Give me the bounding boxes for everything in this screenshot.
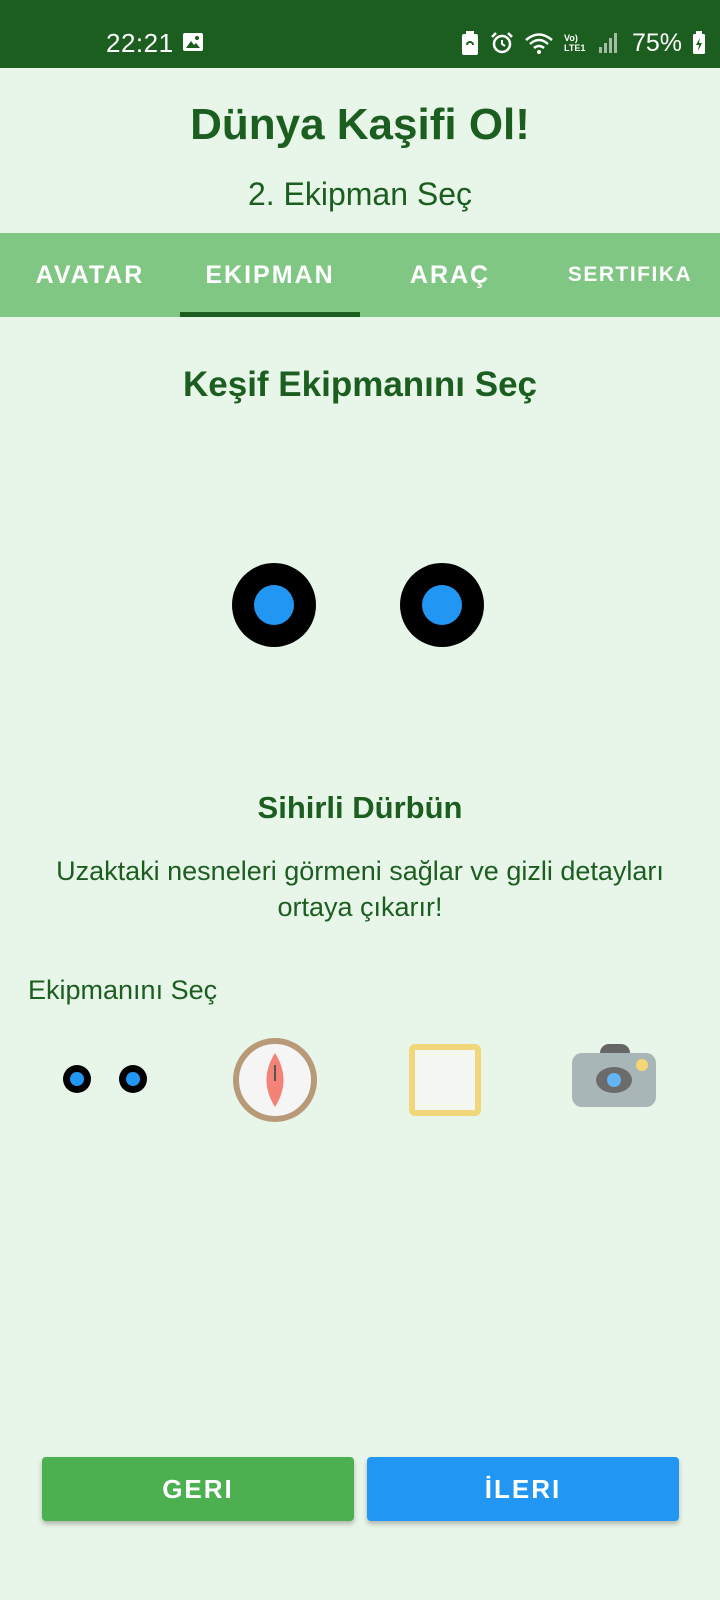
battery-icon [693, 31, 706, 54]
app-title: Dünya Kaşifi Ol! [190, 100, 530, 149]
image-icon [183, 33, 203, 51]
binoculars-icon [232, 563, 484, 647]
section-title: Keşif Ekipmanını Seç [182, 365, 538, 404]
tab-sertifika[interactable]: SERTIFIKA [540, 233, 720, 317]
status-icons: Vo) LTE1 75% [460, 28, 706, 58]
compass-icon[interactable] [232, 1037, 318, 1123]
map-icon[interactable] [408, 1043, 482, 1117]
picker-label: Ekipmanını Seç [28, 975, 218, 1005]
status-bar: 22:21 Vo) LTE1 75% [0, 0, 720, 68]
next-button[interactable]: İLERI [367, 1457, 679, 1521]
battery-percentage: 75% [632, 29, 683, 57]
equipment-name: Sihirli Dürbün [257, 790, 463, 825]
tab-avatar[interactable]: AVATAR [0, 233, 180, 317]
step-subtitle: 2. Ekipman Seç [247, 176, 473, 212]
status-time: 22:21 [106, 28, 174, 58]
tab-arac[interactable]: ARAÇ [360, 233, 540, 317]
tab-bar: AVATAR EKIPMAN ARAÇ SERTIFIKA [0, 233, 720, 317]
tab-ekipman[interactable]: EKIPMAN [180, 233, 360, 317]
battery-saver-icon [462, 31, 478, 55]
network-label: Vo) LTE1 [564, 33, 586, 53]
tab-indicator [180, 312, 360, 317]
signal-icon [599, 33, 617, 53]
back-button[interactable]: GERI [42, 1457, 354, 1521]
camera-icon[interactable] [570, 1043, 658, 1109]
equipment-description: Uzaktaki nesneleri görmeni sağlar ve giz… [56, 856, 664, 922]
binoculars-icon[interactable] [62, 1064, 148, 1094]
wifi-icon [525, 33, 553, 54]
alarm-icon [491, 32, 513, 54]
